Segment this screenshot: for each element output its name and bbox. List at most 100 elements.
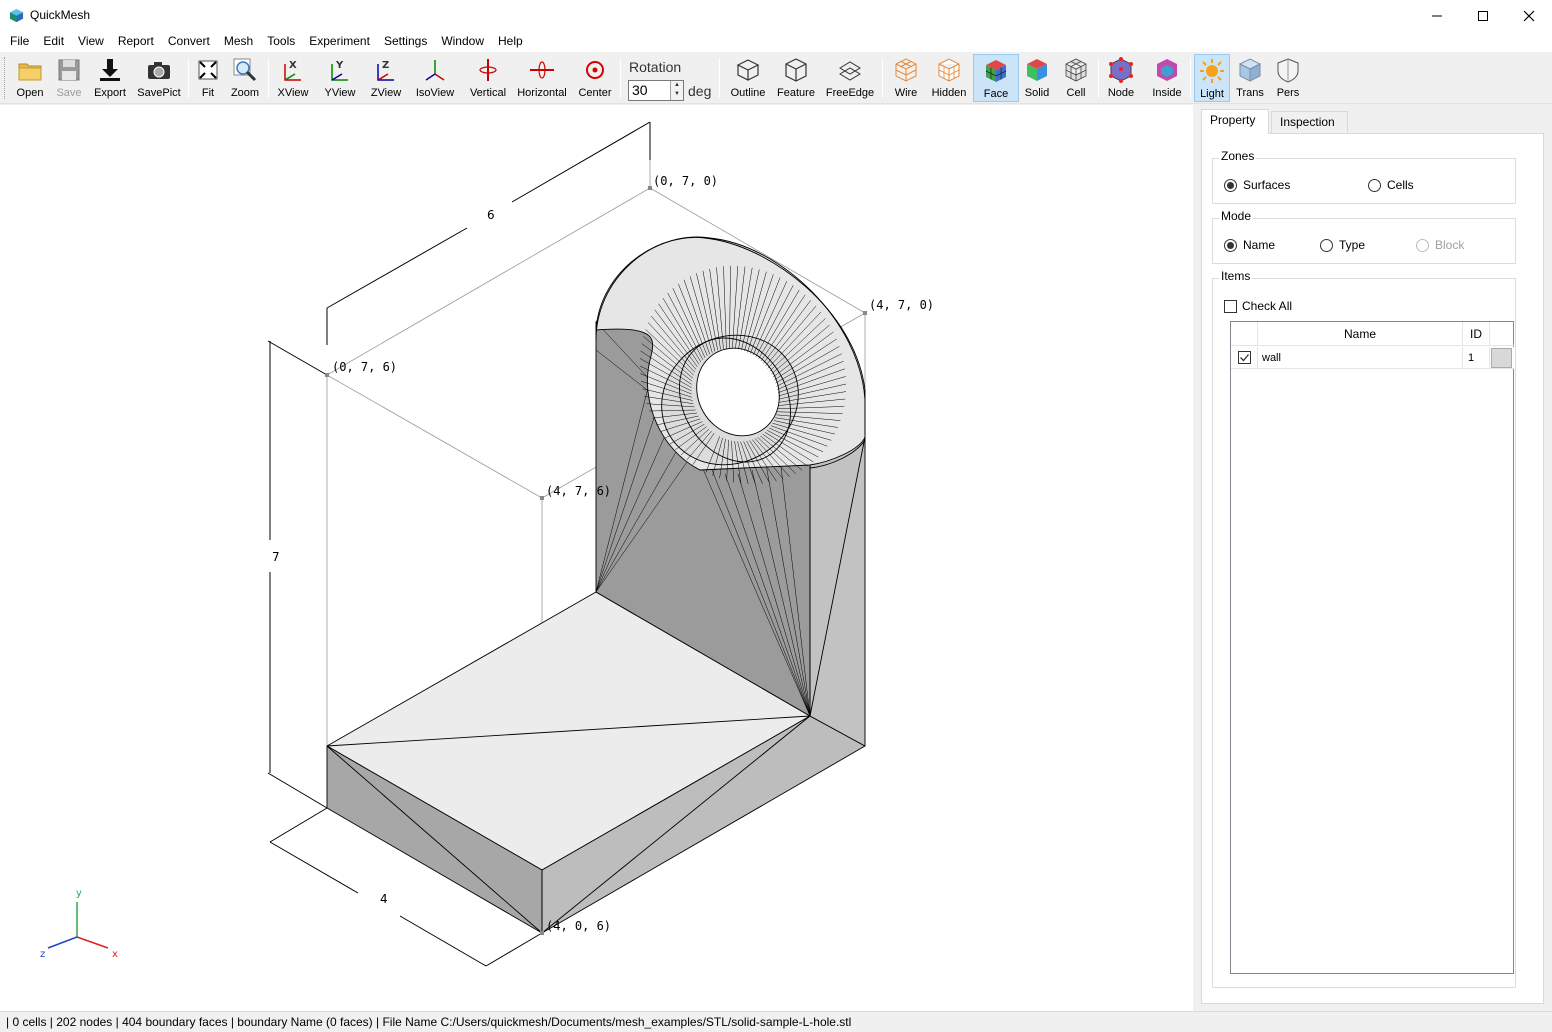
tab-inspection[interactable]: Inspection <box>1271 111 1348 133</box>
radio-cells[interactable]: Cells <box>1368 178 1414 192</box>
window-title: QuickMesh <box>30 8 91 22</box>
radio-name[interactable]: Name <box>1224 238 1275 252</box>
svg-text:Z: Z <box>382 60 389 71</box>
menu-experiment[interactable]: Experiment <box>302 31 377 52</box>
quickmesh-window: QuickMesh File Edit View Report Convert … <box>0 0 1552 1032</box>
axis-z-label: z <box>40 949 45 960</box>
dimension-label-4: 4 <box>380 892 388 906</box>
mode-group: Mode Name Type Block <box>1212 209 1516 264</box>
toolbar-grip[interactable] <box>4 57 7 99</box>
radio-unselected-icon <box>1368 178 1381 192</box>
mode-group-title: Mode <box>1219 209 1254 223</box>
radio-type[interactable]: Type <box>1320 238 1365 252</box>
menu-convert[interactable]: Convert <box>161 31 217 52</box>
maximize-button[interactable] <box>1460 0 1506 31</box>
xview-button[interactable]: X XView <box>274 54 312 102</box>
status-bar: | 0 cells | 202 nodes | 404 boundary fac… <box>0 1011 1552 1032</box>
vertex-label-4-0-6: (4, 0, 6) <box>546 919 611 933</box>
center-target-icon <box>586 61 604 79</box>
menu-view[interactable]: View <box>71 31 111 52</box>
zone-color-swatch[interactable] <box>1491 348 1512 368</box>
folder-icon <box>18 63 42 81</box>
radio-selected-icon <box>1224 238 1237 252</box>
zones-group: Zones Surfaces Cells <box>1212 149 1516 204</box>
menu-file[interactable]: File <box>3 31 36 52</box>
horizontal-rotate-button[interactable]: Horizontal <box>514 54 570 102</box>
x-axis-view-icon: X <box>284 60 301 81</box>
isoview-button[interactable]: IsoView <box>412 54 458 102</box>
rotation-unit: deg <box>688 83 712 99</box>
save-button[interactable]: Save <box>52 54 86 102</box>
table-cell-id: 1 <box>1463 347 1490 369</box>
save-disk-icon <box>58 59 80 81</box>
main-toolbar: Open Save Export SavePict Fit Zoom X XVi… <box>0 52 1552 104</box>
orientation-triad: y x z <box>40 888 118 960</box>
yview-button[interactable]: Y YView <box>320 54 360 102</box>
minimize-button[interactable] <box>1414 0 1460 31</box>
fit-button[interactable]: Fit <box>193 54 223 102</box>
maximize-icon <box>1478 10 1488 21</box>
vertical-rotate-button[interactable]: Vertical <box>466 54 510 102</box>
svg-text:X: X <box>289 60 297 71</box>
toolbar-separator <box>620 58 621 98</box>
spin-down-icon[interactable]: ▼ <box>671 90 683 99</box>
radio-block: Block <box>1416 238 1464 252</box>
table-header-id[interactable]: ID <box>1463 322 1490 346</box>
dimension-label-6: 6 <box>487 208 495 222</box>
vertex-label-4-7-6: (4, 7, 6) <box>546 484 611 498</box>
checkbox-unchecked-icon <box>1224 299 1237 313</box>
menu-settings[interactable]: Settings <box>377 31 434 52</box>
3d-viewport[interactable]: (0, 7, 0) (4, 7, 0) (0, 7, 6) (4, 7, 6) … <box>0 105 1193 1011</box>
toolbar-separator <box>268 58 269 98</box>
check-all-checkbox[interactable]: Check All <box>1224 299 1292 313</box>
menu-edit[interactable]: Edit <box>36 31 71 52</box>
zoom-button[interactable]: Zoom <box>228 54 262 102</box>
svg-text:Y: Y <box>335 60 344 71</box>
menu-help[interactable]: Help <box>491 31 530 52</box>
items-table: Name ID wall 1 <box>1230 321 1514 974</box>
vertical-rotate-icon <box>479 59 497 81</box>
table-header-name[interactable]: Name <box>1258 322 1463 346</box>
tab-property[interactable]: Property <box>1201 109 1269 134</box>
horizontal-rotate-icon <box>530 61 554 79</box>
vertex-label-0-7-6: (0, 7, 6) <box>332 360 397 374</box>
radio-surfaces[interactable]: Surfaces <box>1224 178 1290 192</box>
menu-mesh[interactable]: Mesh <box>217 31 260 52</box>
app-logo-icon <box>9 8 24 23</box>
menu-tools[interactable]: Tools <box>260 31 302 52</box>
fit-expand-icon <box>198 60 218 80</box>
zones-group-title: Zones <box>1219 149 1257 163</box>
axis-y-label: y <box>76 888 82 899</box>
close-icon <box>1523 10 1535 21</box>
z-axis-view-icon: Z <box>377 60 394 81</box>
open-button[interactable]: Open <box>12 54 48 102</box>
rotation-angle-spinbox[interactable]: 30 ▲ ▼ <box>628 80 684 101</box>
toolbar-separator <box>188 58 189 98</box>
vertex-label-4-7-0: (4, 7, 0) <box>869 298 934 312</box>
table-header-scroll <box>1490 322 1514 346</box>
menu-window[interactable]: Window <box>434 31 491 52</box>
l-bracket-mesh <box>326 236 866 934</box>
spin-up-icon[interactable]: ▲ <box>671 81 683 90</box>
download-arrow-icon <box>100 59 120 81</box>
table-cell-name[interactable]: wall <box>1258 347 1463 369</box>
menu-report[interactable]: Report <box>111 31 161 52</box>
table-header-check[interactable] <box>1231 322 1258 346</box>
center-button[interactable]: Center <box>576 54 614 102</box>
radio-disabled-icon <box>1416 238 1429 252</box>
zview-button[interactable]: Z ZView <box>366 54 406 102</box>
camera-icon <box>148 62 170 79</box>
close-button[interactable] <box>1506 0 1552 31</box>
savepict-button[interactable]: SavePict <box>134 54 184 102</box>
rotation-label: Rotation <box>629 59 682 75</box>
export-button[interactable]: Export <box>90 54 130 102</box>
y-axis-view-icon: Y <box>331 60 348 81</box>
radio-selected-icon <box>1224 178 1237 192</box>
mesh-render: (0, 7, 0) (4, 7, 0) (0, 7, 6) (4, 7, 6) … <box>40 121 934 967</box>
table-row-color[interactable] <box>1490 347 1514 369</box>
items-group-title: Items <box>1219 269 1253 283</box>
radio-unselected-icon <box>1320 238 1333 252</box>
rotation-spinner[interactable]: ▲ ▼ <box>670 81 683 100</box>
table-row-checkbox[interactable] <box>1231 347 1258 369</box>
rotation-value: 30 <box>632 82 648 98</box>
